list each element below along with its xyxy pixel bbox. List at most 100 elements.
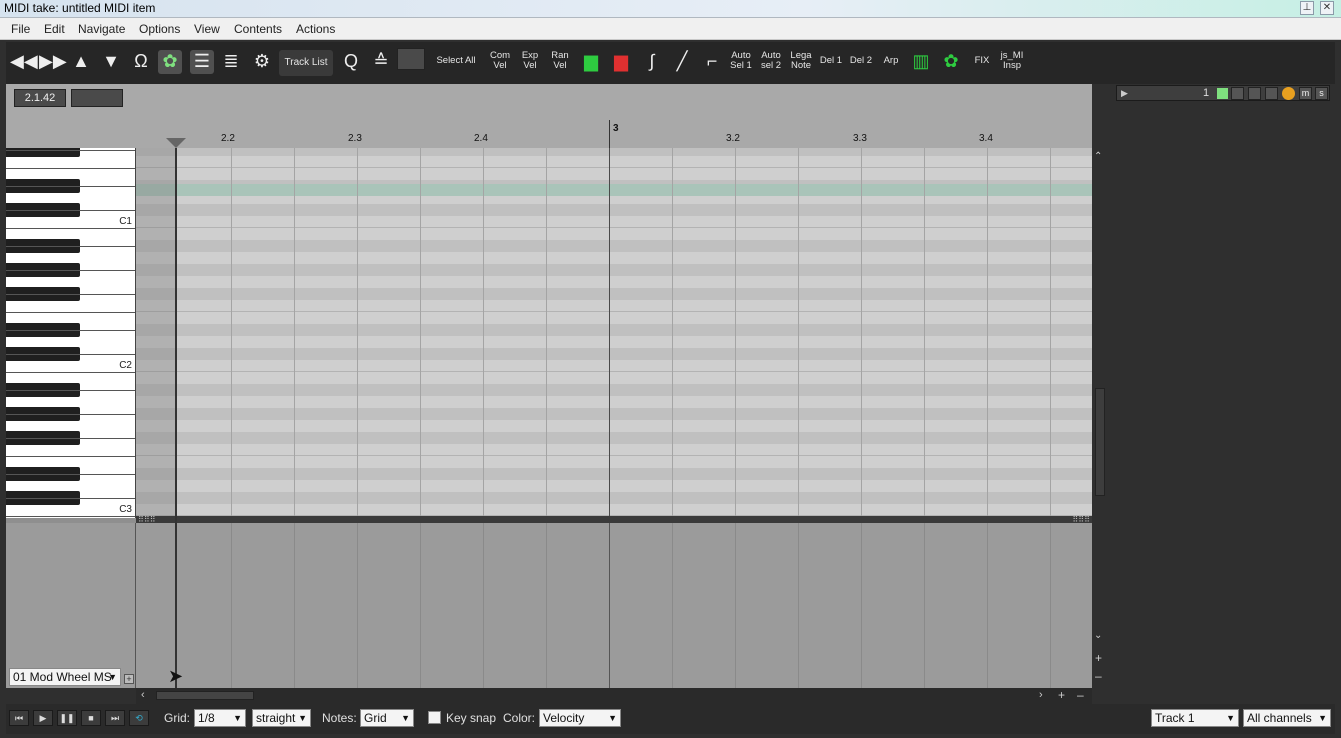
vertical-scrollbar[interactable]: ⌃ ⌄ + – — [1092, 148, 1108, 688]
note-row[interactable] — [136, 444, 1092, 456]
note-row[interactable] — [136, 156, 1092, 168]
down-icon[interactable]: ▼ — [99, 50, 123, 74]
note-row[interactable] — [136, 324, 1092, 336]
note-row[interactable] — [136, 504, 1092, 516]
velocity-down-icon[interactable]: ▆ — [609, 50, 633, 74]
notes-select[interactable]: Grid ▼ — [360, 709, 414, 727]
note-row[interactable] — [136, 168, 1092, 180]
key-snap-checkbox[interactable] — [428, 711, 441, 724]
note-row[interactable] — [136, 240, 1092, 252]
velocity-up-icon[interactable]: ▆ — [579, 50, 603, 74]
fix-button[interactable]: FIX — [969, 56, 995, 66]
go-to-start-icon[interactable]: ⏮ — [9, 710, 29, 726]
highlighted-note-row[interactable] — [136, 184, 1092, 196]
rewind-icon[interactable]: ◀◀ — [10, 50, 38, 74]
note-row[interactable] — [136, 312, 1092, 324]
note-row[interactable] — [136, 408, 1092, 420]
zoom-out-horizontal-icon[interactable]: – — [1077, 688, 1084, 702]
piano-keyboard[interactable]: C1 C2 C3 — [6, 148, 136, 518]
mute-icon[interactable]: m — [1299, 87, 1312, 100]
divider-grip-right[interactable]: ⠿⠿⠿ — [1072, 516, 1090, 524]
color-mode-select[interactable]: Velocity ▼ — [539, 709, 621, 727]
note-row[interactable] — [136, 204, 1092, 216]
note-row[interactable] — [136, 420, 1092, 432]
lane-divider[interactable]: ⠿⠿⠿ ⠿⠿⠿ — [136, 516, 1092, 524]
magnet-icon[interactable]: Ω — [129, 50, 153, 74]
track-row[interactable]: ▶ 1 m s — [1116, 85, 1330, 101]
note-row[interactable] — [136, 252, 1092, 264]
quantize-icon[interactable]: Q — [339, 50, 363, 74]
track-list-button[interactable]: Track List — [279, 50, 333, 76]
stop-icon[interactable]: ■ — [81, 710, 101, 726]
horizontal-scroll-thumb[interactable] — [156, 691, 254, 700]
note-row[interactable] — [136, 336, 1092, 348]
horizontal-scrollbar[interactable]: ‹ › + – — [136, 688, 1092, 704]
zoom-in-horizontal-icon[interactable]: + — [1058, 688, 1065, 702]
note-row[interactable] — [136, 276, 1092, 288]
zoom-in-vertical-icon[interactable]: + — [1095, 651, 1102, 665]
add-lane-icon[interactable]: + — [124, 674, 134, 684]
menu-options[interactable]: Options — [139, 22, 180, 36]
menu-contents[interactable]: Contents — [234, 22, 282, 36]
pin-button[interactable]: ⊥ — [1300, 1, 1314, 15]
note-row[interactable] — [136, 396, 1092, 408]
record-arm-icon[interactable] — [1282, 87, 1295, 100]
expand-icon[interactable]: ▶ — [1121, 88, 1128, 99]
up-icon[interactable]: ▲ — [69, 50, 93, 74]
humanize-icon[interactable]: ≙ — [369, 50, 393, 74]
menu-file[interactable]: File — [11, 22, 30, 36]
forward-icon[interactable]: ▶▶ — [39, 50, 67, 74]
step-icon[interactable]: ⌐ — [700, 50, 724, 74]
note-row[interactable] — [136, 432, 1092, 444]
cc-lane[interactable] — [136, 523, 1092, 688]
auto-sel1-button[interactable]: Auto Sel 1 — [728, 51, 754, 71]
menu-navigate[interactable]: Navigate — [78, 22, 125, 36]
piano-roll-view-icon[interactable]: ☰ — [190, 50, 214, 74]
blank-button[interactable] — [397, 48, 425, 70]
js-mi-insp-button[interactable]: js_MI Insp — [998, 51, 1026, 71]
vertical-scroll-thumb[interactable] — [1095, 388, 1105, 496]
note-row[interactable] — [136, 372, 1092, 384]
scroll-left-icon[interactable]: ‹ — [141, 689, 145, 701]
del1-button[interactable]: Del 1 — [818, 56, 844, 66]
lega-note-button[interactable]: Lega Note — [788, 51, 814, 71]
note-row[interactable] — [136, 468, 1092, 480]
monitor-icon[interactable] — [1248, 87, 1261, 100]
menu-edit[interactable]: Edit — [44, 22, 65, 36]
pause-icon[interactable]: ❚❚ — [57, 710, 77, 726]
grid-type-select[interactable]: straight ▼ — [252, 709, 311, 727]
auto-sel2-button[interactable]: Auto sel 2 — [758, 51, 784, 71]
palette-green-icon[interactable]: ✿ — [158, 50, 182, 74]
close-button[interactable]: ✕ — [1320, 1, 1334, 15]
envelope-icon[interactable] — [1265, 87, 1278, 100]
note-row[interactable] — [136, 216, 1092, 228]
scroll-right-icon[interactable]: › — [1039, 689, 1043, 701]
exp-vel-button[interactable]: Exp Vel — [518, 51, 542, 71]
go-to-end-icon[interactable]: ⏭ — [105, 710, 125, 726]
scroll-up-icon[interactable]: ⌃ — [1094, 151, 1102, 162]
palette-icon[interactable]: ✿ — [939, 50, 963, 74]
cc-lane-selector[interactable]: 01 Mod Wheel MS ▼ — [9, 668, 121, 686]
drum-view-icon[interactable]: ⚙ — [250, 50, 274, 74]
note-row[interactable] — [136, 228, 1092, 240]
playhead-handle-icon[interactable] — [166, 138, 186, 148]
note-row[interactable] — [136, 300, 1092, 312]
note-row[interactable] — [136, 348, 1092, 360]
note-row[interactable] — [136, 480, 1092, 492]
grid-division-select[interactable]: 1/8 ▼ — [194, 709, 246, 727]
scroll-down-icon[interactable]: ⌄ — [1094, 630, 1102, 641]
select-all-button[interactable]: Select All — [433, 56, 479, 66]
piano-roll-grid[interactable] — [136, 148, 1092, 518]
solo-icon[interactable]: s — [1315, 87, 1328, 100]
zoom-out-vertical-icon[interactable]: – — [1095, 669, 1102, 683]
note-row[interactable] — [136, 384, 1092, 396]
note-row[interactable] — [136, 360, 1092, 372]
line-icon[interactable]: ╱ — [670, 50, 694, 74]
del2-button[interactable]: Del 2 — [848, 56, 874, 66]
note-row[interactable] — [136, 148, 1092, 156]
ran-vel-button[interactable]: Ran Vel — [548, 51, 572, 71]
com-vel-button[interactable]: Com Vel — [488, 51, 512, 71]
named-notes-view-icon[interactable]: ≣ — [219, 50, 243, 74]
note-row[interactable] — [136, 456, 1092, 468]
play-icon[interactable]: ▶ — [33, 710, 53, 726]
